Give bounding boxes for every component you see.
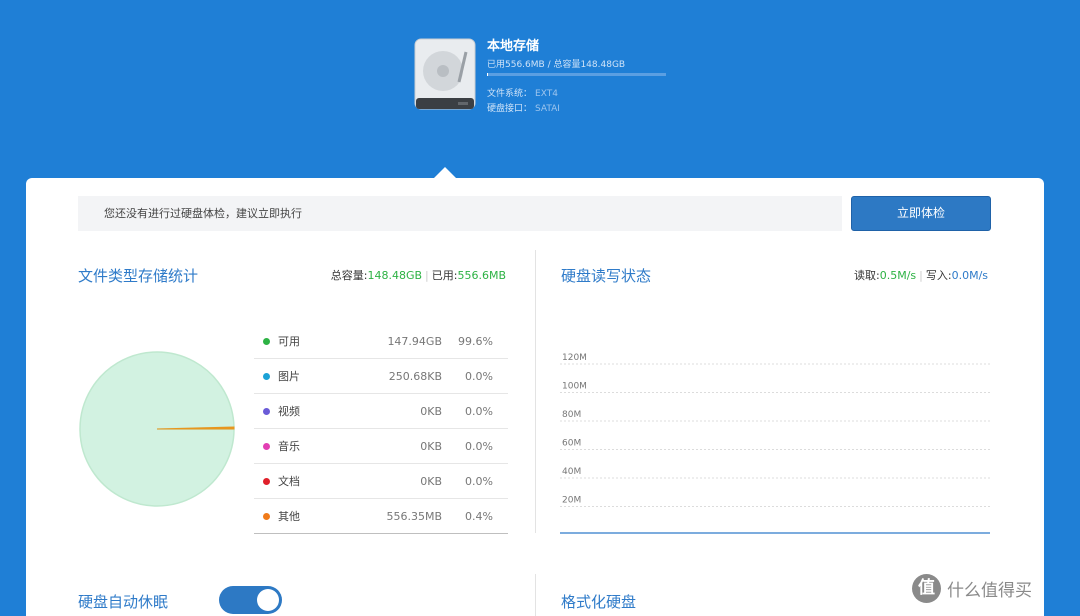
main-card: 您还没有进行过硬盘体检，建议立即执行 立即体检 文件类型存储统计 总容量:148…: [26, 178, 1044, 616]
filesystem-info: 文件系统： EXT4: [487, 86, 558, 99]
legend-dot: [263, 477, 270, 485]
io-separator: |: [919, 269, 923, 282]
y-tick-label: 120M: [562, 353, 587, 363]
y-tick-label: 80M: [562, 410, 581, 420]
legend-row: 文档 0KB 0.0%: [254, 464, 508, 499]
bottom-divider: [535, 574, 536, 616]
format-disk-label[interactable]: 格式化硬盘: [561, 591, 636, 612]
read-value: 0.5M/s: [879, 269, 917, 282]
legend-size: 0KB: [420, 474, 442, 488]
read-label: 读取:: [854, 269, 880, 282]
legend-dot: [263, 407, 270, 415]
card-pointer: [434, 167, 456, 178]
legend-row: 其他 556.35MB 0.4%: [254, 499, 508, 534]
check-now-button[interactable]: 立即体检: [851, 196, 991, 231]
legend-percent: 0.0%: [465, 439, 493, 453]
disk-usage-text: 已用556.6MB / 总容量148.48GB: [487, 60, 626, 70]
used-label: 已用:: [431, 269, 458, 282]
legend-name: 图片: [278, 370, 300, 383]
storage-summary: 总容量:148.48GB | 已用:556.6MB: [331, 267, 506, 283]
legend-row: 视频 0KB 0.0%: [254, 394, 508, 429]
disk-usage-bar: [487, 73, 666, 76]
legend-percent: 0.4%: [465, 509, 493, 523]
storage-stats-title: 文件类型存储统计: [78, 267, 199, 285]
io-line-chart: 120M 100M 80M 60M 40M 20M: [560, 353, 990, 534]
y-tick-label: 100M: [562, 382, 587, 392]
y-tick-label: 60M: [562, 439, 581, 449]
total-value: 148.48GB: [367, 269, 423, 282]
legend-name: 文档: [278, 475, 300, 488]
y-tick-label: 20M: [562, 496, 581, 506]
storage-legend-table: 可用 147.94GB 99.6% 图片 250.68KB 0.0% 视频 0KB 0.0% 音乐…: [254, 324, 508, 534]
hard-disk-icon: [414, 38, 476, 110]
interface-value: SATAI: [535, 104, 560, 114]
legend-size: 250.68KB: [388, 369, 442, 383]
write-value: 0.0M/s: [951, 269, 988, 282]
toggle-knob: [257, 589, 279, 611]
watermark-text: 什么值得买: [947, 581, 1032, 601]
write-label: 写入:: [925, 269, 952, 282]
legend-size: 0KB: [420, 439, 442, 453]
watermark-logo-icon: 值: [912, 574, 941, 603]
storage-pie-chart: [79, 351, 235, 507]
legend-name: 音乐: [278, 440, 300, 453]
legend-name: 可用: [278, 335, 300, 348]
interface-label: 硬盘接口：: [487, 104, 533, 114]
legend-row: 可用 147.94GB 99.6%: [254, 324, 508, 359]
disk-header: 本地存储 已用556.6MB / 总容量148.48GB 文件系统： EXT4 硬…: [0, 0, 1080, 178]
auto-sleep-toggle[interactable]: [219, 586, 282, 614]
legend-dot: [263, 372, 270, 380]
legend-percent: 0.0%: [465, 404, 493, 418]
used-value: 556.6MB: [457, 269, 506, 282]
section-divider: [535, 250, 536, 533]
watermark: 值 什么值得买: [912, 574, 1032, 603]
legend-row: 图片 250.68KB 0.0%: [254, 359, 508, 394]
filesystem-label: 文件系统：: [487, 89, 533, 99]
legend-name: 其他: [278, 510, 300, 523]
disk-usage-bar-fill: [487, 73, 488, 76]
io-status-title: 硬盘读写状态: [561, 267, 652, 285]
legend-row: 音乐 0KB 0.0%: [254, 429, 508, 464]
auto-sleep-label: 硬盘自动休眠: [78, 593, 169, 611]
interface-info: 硬盘接口： SATAI: [487, 101, 560, 114]
legend-percent: 0.0%: [465, 369, 493, 383]
y-tick-label: 40M: [562, 467, 581, 477]
legend-percent: 99.6%: [458, 334, 493, 348]
legend-name: 视频: [278, 405, 300, 418]
legend-size: 556.35MB: [386, 509, 442, 523]
legend-size: 147.94GB: [387, 334, 442, 348]
legend-dot: [263, 442, 270, 450]
total-label: 总容量:: [330, 269, 368, 282]
check-notice: 您还没有进行过硬盘体检，建议立即执行: [78, 196, 842, 231]
summary-separator: |: [425, 269, 429, 282]
disk-title: 本地存储: [487, 39, 540, 54]
legend-dot: [263, 512, 270, 520]
legend-dot: [263, 337, 270, 345]
filesystem-value: EXT4: [535, 89, 558, 99]
legend-percent: 0.0%: [465, 474, 493, 488]
legend-size: 0KB: [420, 404, 442, 418]
io-summary: 读取:0.5M/s | 写入:0.0M/s: [854, 267, 988, 283]
